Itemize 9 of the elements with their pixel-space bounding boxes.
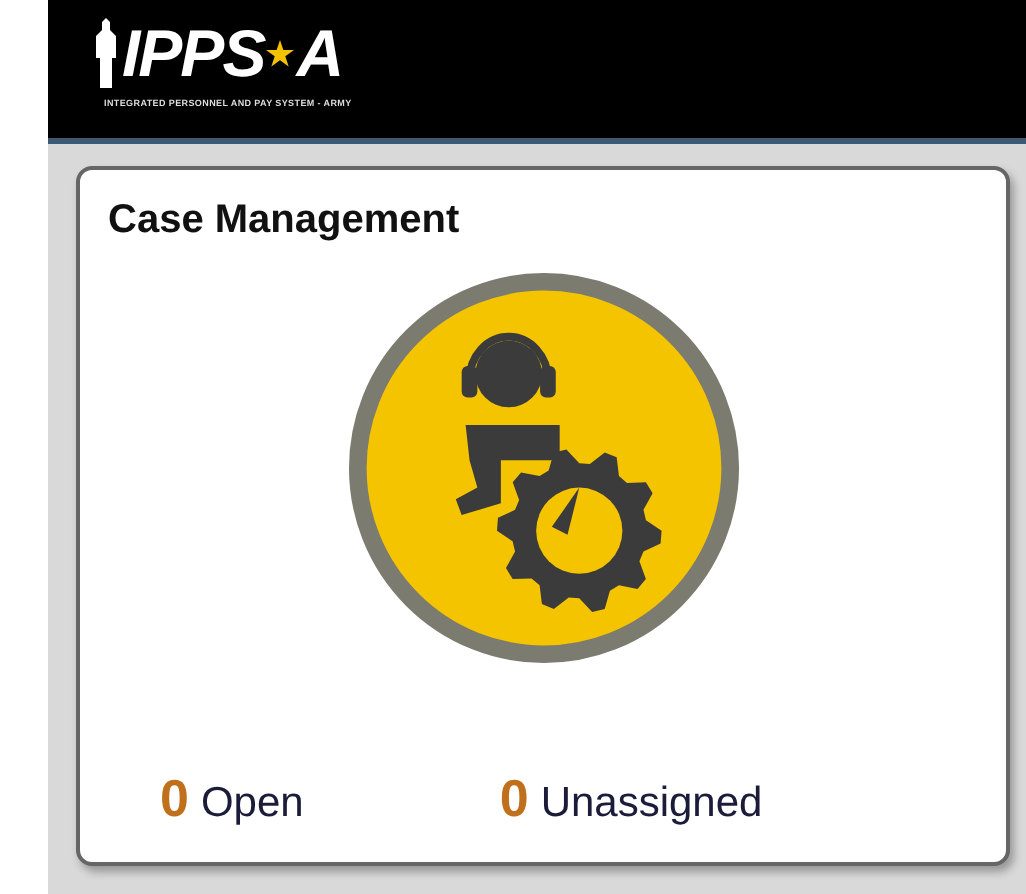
support-agent-gear-icon	[347, 272, 739, 664]
case-count[interactable]: 0 Open	[160, 768, 304, 830]
logo-text: A	[296, 16, 343, 92]
logo-text: IPPS	[122, 16, 265, 92]
star-icon	[266, 40, 295, 68]
case-count[interactable]: 0 Unassigned	[499, 768, 763, 830]
tile-title: Case Management	[108, 198, 462, 244]
soldier-icon	[92, 18, 120, 90]
case-management-tile[interactable]: Case Management 0 Open 0 Unassigned	[76, 166, 1010, 866]
